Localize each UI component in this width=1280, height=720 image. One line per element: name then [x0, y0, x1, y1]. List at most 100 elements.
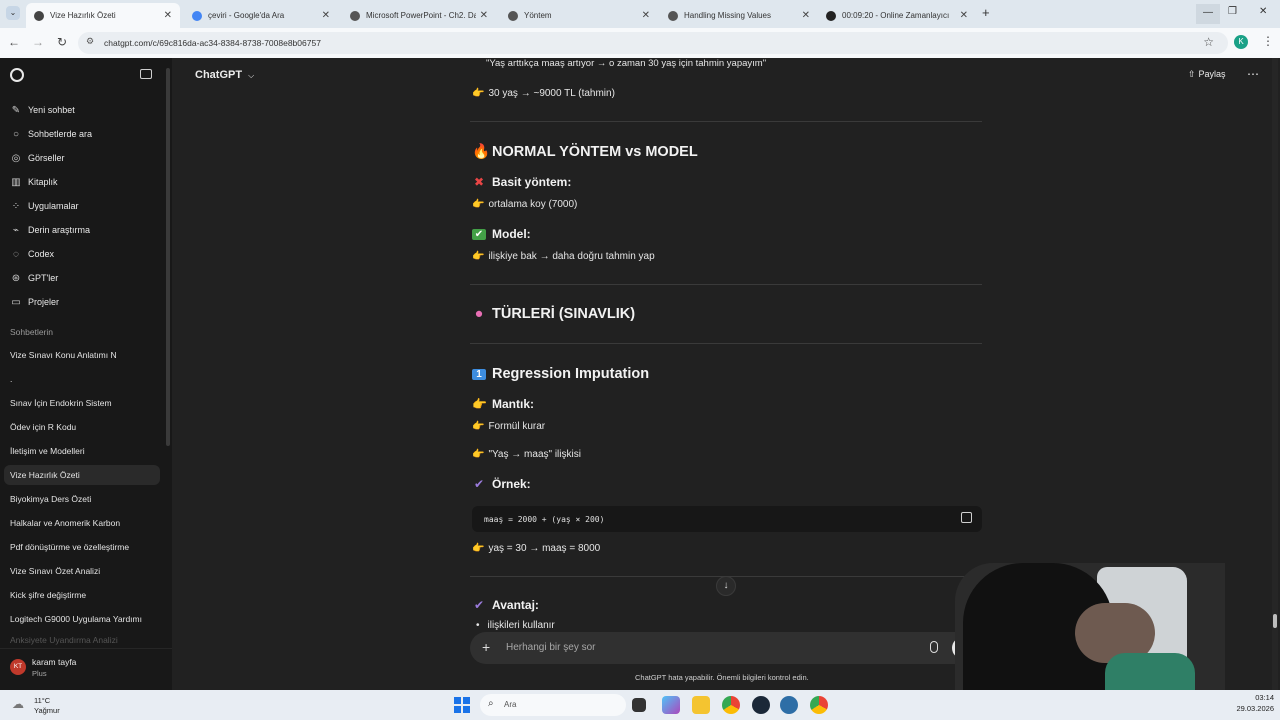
browser-tab-3[interactable]: Microsoft PowerPoint - Ch2. Da ✕ — [342, 3, 496, 28]
browser-tab-4[interactable]: Yöntem ✕ — [500, 3, 658, 28]
sidebar-item-label: Yeni sohbet — [28, 105, 75, 115]
start-button[interactable] — [454, 697, 470, 713]
browser-tab-5[interactable]: Handling Missing Values ✕ — [660, 3, 818, 28]
fire-icon: 🔥 — [472, 144, 491, 160]
weather-widget[interactable]: ☁ 11°C Yağmur — [8, 694, 88, 716]
pointing-hand-icon: 👉 — [472, 88, 485, 99]
scrollbar-thumb[interactable] — [1273, 614, 1277, 628]
share-button[interactable]: ⇧ Paylaş — [1188, 69, 1226, 80]
estimate-line: 👉 30 yaş → ~9000 TL (tahmin) — [472, 88, 615, 99]
close-tab-icon[interactable]: ✕ — [642, 10, 650, 21]
close-tab-icon[interactable]: ✕ — [802, 10, 810, 21]
address-bar[interactable]: ⚙ chatgpt.com/c/69c816da-ac34-8384-8738-… — [78, 32, 1228, 54]
sidebar-item-deep-research[interactable]: ⌁ Derin araştırma — [10, 222, 90, 238]
divider — [470, 284, 982, 285]
search-placeholder: Ara — [504, 700, 517, 709]
bullet-text: Formül kurar — [488, 421, 546, 432]
chrome-active-icon[interactable] — [810, 696, 828, 714]
user-plan: Plus — [32, 669, 47, 678]
browser-menu-icon[interactable]: ⋮ — [1262, 34, 1274, 48]
toggle-sidebar-icon[interactable] — [140, 69, 152, 79]
sidebar-item-library[interactable]: ▥ Kitaplık — [10, 174, 57, 190]
user-profile[interactable]: KT karam tayfa Plus — [0, 648, 172, 690]
divider — [470, 121, 982, 122]
sidebar-item-gpts[interactable]: ⊛ GPT'ler — [10, 270, 58, 286]
url-text: chatgpt.com/c/69c816da-ac34-8384-8738-70… — [104, 38, 321, 48]
model-name: ChatGPT — [195, 69, 243, 81]
chat-item[interactable]: Kick şifre değiştirme — [4, 585, 160, 605]
pointing-hand-icon: 👉 — [472, 397, 487, 411]
sidebar-item-label: Sohbetlerde ara — [28, 129, 93, 139]
bullet-line: 👉 ilişkiye bak → daha doğru tahmin yap — [472, 251, 655, 262]
close-window-icon[interactable]: ✕ — [1259, 6, 1267, 17]
taskbar-search[interactable]: ⌕ Ara — [480, 694, 626, 716]
add-attachment-icon[interactable]: + — [482, 639, 490, 655]
model-selector[interactable]: ChatGPT ⌵ — [195, 69, 254, 81]
copilot-icon[interactable] — [662, 696, 680, 714]
tab-search-dropdown[interactable]: ⌄ — [6, 6, 20, 20]
more-options-icon[interactable]: ⋯ — [1247, 67, 1259, 81]
app-icon[interactable] — [780, 696, 798, 714]
bullet-line: 👉 "Yaş → maaş" ilişkisi — [472, 449, 581, 460]
close-tab-icon[interactable]: ✕ — [480, 10, 488, 21]
close-tab-icon[interactable]: ✕ — [164, 10, 172, 21]
chat-item[interactable]: Vize Sınavı Özet Analizi — [4, 561, 160, 581]
reload-icon[interactable]: ↻ — [54, 35, 70, 49]
steam-icon[interactable] — [752, 696, 770, 714]
sidebar-item-search[interactable]: ○ Sohbetlerde ara — [10, 126, 92, 142]
sidebar-item-apps[interactable]: ⁘ Uygulamalar — [10, 198, 79, 214]
chat-item[interactable]: Logitech G9000 Uygulama Yardımı — [4, 609, 160, 629]
close-tab-icon[interactable]: ✕ — [322, 10, 330, 21]
task-view-icon[interactable] — [632, 698, 646, 712]
sidebar-item-projects[interactable]: ▭ Projeler — [10, 294, 59, 310]
brain-icon: ● — [474, 306, 484, 322]
apps-icon: ⁘ — [11, 200, 21, 212]
chat-item[interactable]: Anksiyete Uyandırma Analizi — [4, 633, 160, 647]
sidebar-item-label: Görseller — [28, 153, 65, 163]
chat-item[interactable]: . — [4, 369, 160, 389]
close-tab-icon[interactable]: ✕ — [960, 10, 968, 21]
sidebar-item-new-chat[interactable]: ✎ Yeni sohbet — [10, 102, 75, 118]
browser-tab-2[interactable]: çeviri - Google'da Ara ✕ — [184, 3, 338, 28]
openai-logo-icon[interactable] — [10, 68, 24, 82]
clock[interactable]: 03:14 29.03.2026 — [1222, 693, 1274, 713]
chat-item[interactable]: Halkalar ve Anomerik Karbon — [4, 513, 160, 533]
main-scrollbar[interactable] — [1272, 58, 1278, 690]
browser-tab-6[interactable]: 00:09:20 - Online Zamanlayıcı ✕ — [818, 3, 976, 28]
forward-icon[interactable]: → — [30, 35, 46, 49]
chat-item[interactable]: İletişim ve Modelleri — [4, 441, 160, 461]
chat-item[interactable]: Sınav İçin Endokrin Sistem — [4, 393, 160, 413]
site-info-icon[interactable]: ⚙ — [86, 36, 94, 47]
chrome-icon[interactable] — [722, 696, 740, 714]
sub-heading: ✔ Örnek: — [472, 477, 531, 491]
bullet-text: ilişkiye bak → daha doğru tahmin yap — [488, 251, 655, 262]
bookmark-star-icon[interactable]: ☆ — [1203, 35, 1214, 49]
back-icon[interactable]: ← — [6, 35, 22, 49]
message-composer[interactable]: + Herhangi bir şey sor — [470, 632, 982, 664]
chevron-down-icon: ⌵ — [248, 71, 255, 80]
message-input[interactable]: Herhangi bir şey sor — [506, 642, 595, 653]
sidebar-item-images[interactable]: ◎ Görseller — [10, 150, 65, 166]
section-heading: ● TÜRLERİ (SINAVLIK) — [472, 306, 636, 322]
chat-item-active[interactable]: Vize Hazırlık Özeti — [4, 465, 160, 485]
heading-text: Mantık: — [492, 397, 534, 411]
copy-icon[interactable] — [961, 512, 972, 523]
new-tab-icon[interactable]: + — [982, 5, 990, 20]
minimize-window-icon[interactable]: — — [1196, 4, 1220, 24]
sidebar-item-codex[interactable]: ◌ Codex — [10, 246, 54, 262]
search-icon: ○ — [12, 128, 20, 140]
tab-title: çeviri - Google'da Ara — [208, 11, 285, 20]
chat-item[interactable]: Pdf dönüştürme ve özelleştirme — [4, 537, 160, 557]
sidebar-scrollbar[interactable] — [166, 68, 170, 446]
file-explorer-icon[interactable] — [692, 696, 710, 714]
bullet-text: ortalama koy (7000) — [488, 199, 578, 210]
microphone-icon[interactable] — [930, 641, 938, 653]
maximize-window-icon[interactable]: ❐ — [1228, 6, 1237, 17]
browser-tab-1[interactable]: Vize Hazırlık Özeti ✕ — [26, 3, 180, 28]
chat-item[interactable]: Biyokimya Ders Özeti — [4, 489, 160, 509]
pointing-hand-icon: 👉 — [472, 251, 485, 262]
scroll-to-bottom-button[interactable]: ↓ — [716, 576, 736, 596]
chat-item[interactable]: Ödev için R Kodu — [4, 417, 160, 437]
chat-item[interactable]: Vize Sınavı Konu Anlatımı N — [4, 345, 160, 365]
profile-avatar[interactable]: K — [1234, 35, 1248, 49]
